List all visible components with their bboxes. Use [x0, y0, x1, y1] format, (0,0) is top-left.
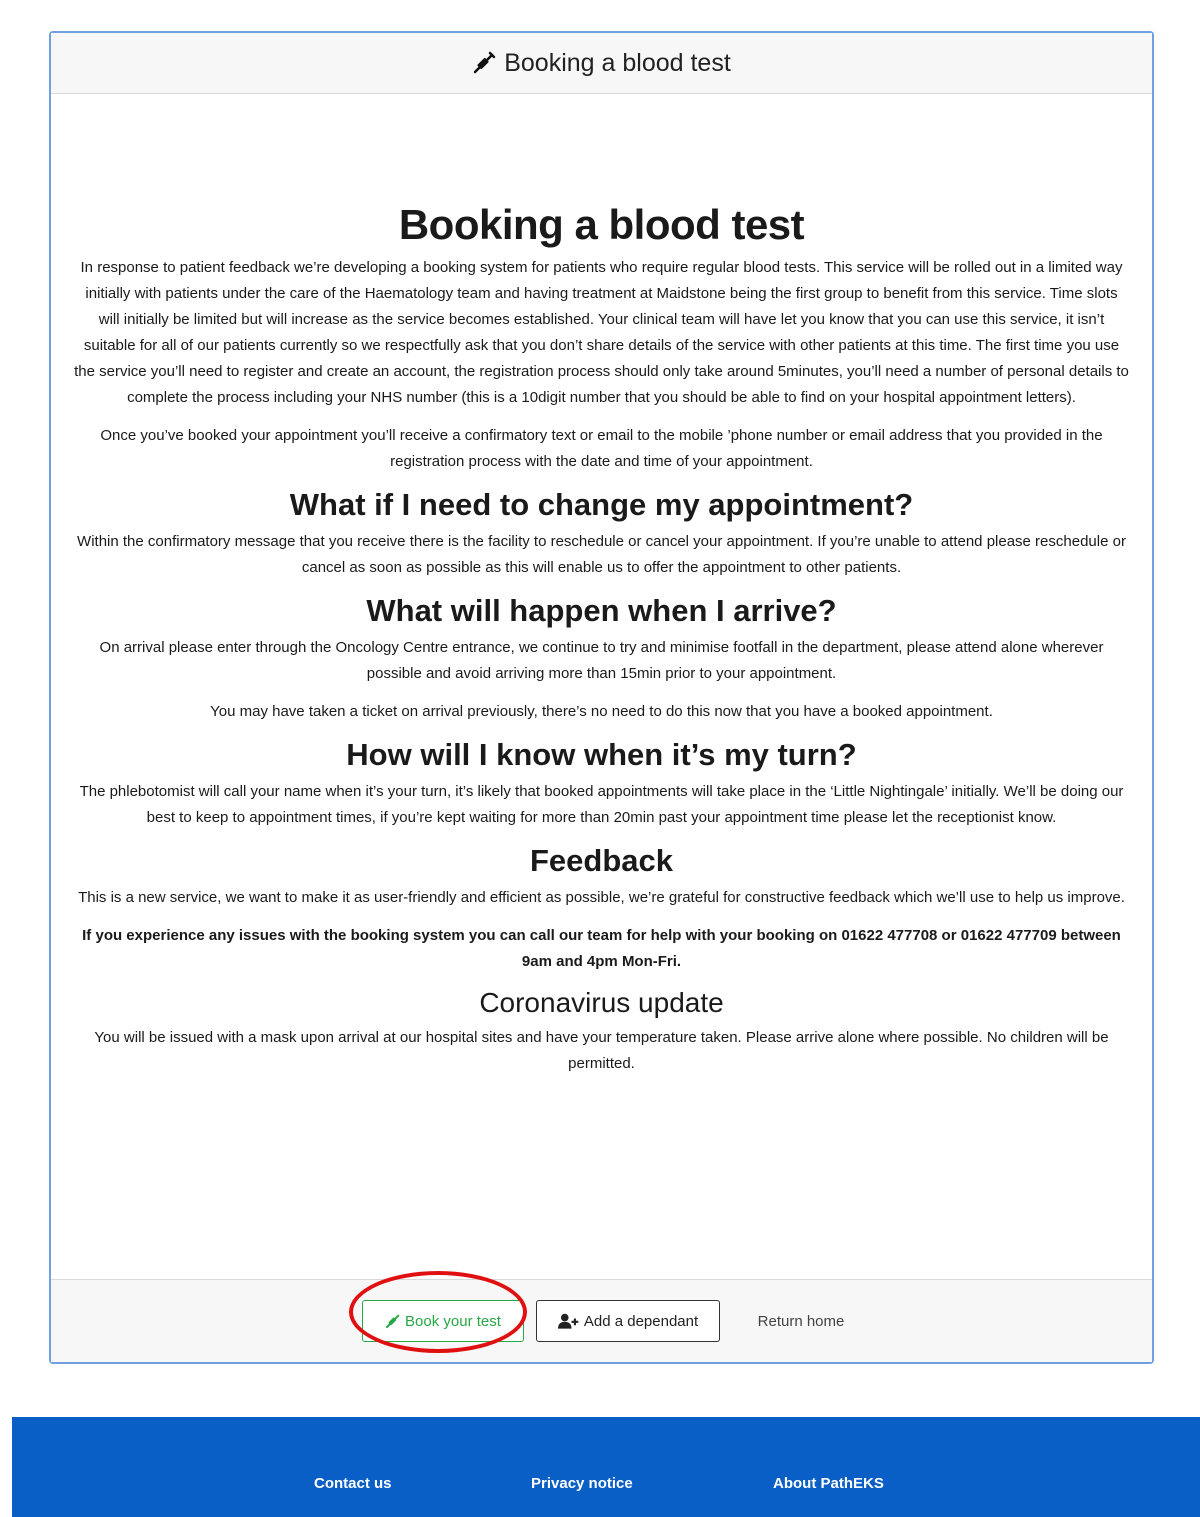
feedback-heading: Feedback	[529, 843, 673, 878]
booking-card: Booking a blood test Booking a blood tes…	[49, 31, 1154, 1364]
coronavirus-heading: Coronavirus update	[479, 987, 724, 1018]
site-footer: Contact us Privacy notice About PathEKS	[12, 1417, 1200, 1517]
contact-us-link[interactable]: Contact us	[314, 1475, 392, 1492]
turn-heading: How will I know when it’s my turn?	[346, 737, 857, 772]
privacy-notice-link[interactable]: Privacy notice	[531, 1475, 633, 1492]
add-user-icon	[557, 1313, 579, 1329]
card-body: Booking a blood test In response to pati…	[51, 93, 1152, 1280]
return-home-label: Return home	[757, 1312, 845, 1330]
arrive-heading: What will happen when I arrive?	[366, 593, 837, 628]
card-header-title: Booking a blood test	[504, 48, 731, 77]
coronavirus-text: You will be issued with a mask upon arri…	[94, 1029, 1109, 1072]
syringe-icon	[473, 51, 496, 74]
change-text: Within the confirmatory message that you…	[77, 533, 1126, 576]
intro-paragraph-2: Once you’ve booked your appointment you’…	[100, 427, 1103, 470]
help-text: If you experience any issues with the bo…	[82, 927, 1121, 970]
arrive-text-2: You may have taken a ticket on arrival p…	[210, 703, 993, 720]
card-header: Booking a blood test	[51, 33, 1152, 94]
about-patheks-link[interactable]: About PathEKS	[773, 1475, 884, 1492]
add-dependant-label: Add a dependant	[583, 1312, 699, 1330]
highlight-ring	[349, 1271, 527, 1353]
card-footer: Book your test Add a dependant Return ho…	[51, 1279, 1152, 1362]
intro-paragraph-1: In response to patient feedback we’re de…	[74, 259, 1129, 406]
page-title: Booking a blood test	[398, 201, 805, 248]
arrive-text-1: On arrival please enter through the Onco…	[99, 639, 1104, 682]
feedback-text: This is a new service, we want to make i…	[78, 889, 1125, 906]
add-dependant-button[interactable]: Add a dependant	[536, 1300, 720, 1342]
change-heading: What if I need to change my appointment?	[289, 487, 914, 522]
turn-text: The phlebotomist will call your name whe…	[79, 783, 1124, 826]
return-home-link[interactable]: Return home	[741, 1300, 861, 1342]
